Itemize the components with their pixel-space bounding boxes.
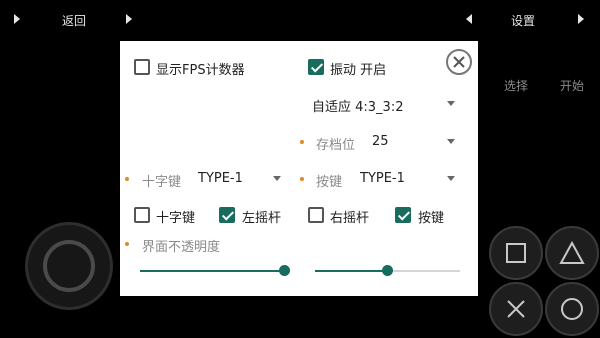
dpad-type-marker xyxy=(125,177,129,181)
triangle-icon xyxy=(559,241,585,264)
chevron-right-icon[interactable] xyxy=(126,14,132,24)
save-slot-value[interactable]: 25 xyxy=(372,134,389,149)
show-dpad-label: 十字键 xyxy=(156,211,196,226)
close-icon xyxy=(453,56,465,68)
opacity-slider-2-thumb[interactable] xyxy=(382,265,393,276)
save-slot-dropdown-icon[interactable] xyxy=(447,139,455,144)
square-icon xyxy=(506,243,526,263)
back-chevron-right-icon[interactable] xyxy=(14,14,20,24)
button-type-label: 按键 xyxy=(316,175,343,190)
fps-counter-label: 显示FPS计数器 xyxy=(156,63,245,78)
circle-icon xyxy=(561,298,583,320)
show-right-stick-checkbox[interactable] xyxy=(308,207,324,223)
settings-button[interactable]: 设置 xyxy=(511,12,535,29)
show-right-stick-label: 右摇杆 xyxy=(330,211,370,226)
settings-dialog: 显示FPS计数器 振动 开启 自适应 4:3_3:2 存档位 25 十字键 TY… xyxy=(120,41,478,296)
button-type-value[interactable]: TYPE-1 xyxy=(360,171,405,186)
save-slot-marker xyxy=(300,140,304,144)
vibration-checkbox[interactable] xyxy=(308,59,324,75)
save-slot-label: 存档位 xyxy=(316,138,356,153)
analog-stick-knob[interactable] xyxy=(43,240,95,292)
vibration-label: 振动 开启 xyxy=(330,63,387,78)
square-button[interactable] xyxy=(489,226,543,280)
show-dpad-checkbox[interactable] xyxy=(134,207,150,223)
opacity-marker xyxy=(125,242,129,246)
dpad-type-dropdown-icon[interactable] xyxy=(273,176,281,181)
aspect-ratio-value[interactable]: 自适应 4:3_3:2 xyxy=(312,96,403,115)
opacity-slider-2-fill xyxy=(315,270,387,272)
triangle-button[interactable] xyxy=(545,226,599,280)
fps-counter-checkbox[interactable] xyxy=(134,59,150,75)
settings-chevron-right-icon[interactable] xyxy=(578,14,584,24)
start-button[interactable]: 开始 xyxy=(560,77,584,94)
cross-button[interactable] xyxy=(489,282,543,336)
show-left-stick-label: 左摇杆 xyxy=(242,211,282,226)
cross-icon xyxy=(507,300,525,318)
select-button[interactable]: 选择 xyxy=(504,77,528,94)
back-button[interactable]: 返回 xyxy=(62,12,86,29)
aspect-ratio-dropdown-icon[interactable] xyxy=(447,101,455,106)
dpad-type-label: 十字键 xyxy=(142,175,182,190)
opacity-slider-1-thumb[interactable] xyxy=(279,265,290,276)
left-analog-stick[interactable] xyxy=(25,222,113,310)
close-button[interactable] xyxy=(446,49,472,75)
opacity-slider-1-fill xyxy=(140,270,285,272)
chevron-left-icon[interactable] xyxy=(466,14,472,24)
show-buttons-checkbox[interactable] xyxy=(395,207,411,223)
button-type-dropdown-icon[interactable] xyxy=(447,176,455,181)
circle-button[interactable] xyxy=(545,282,599,336)
button-type-marker xyxy=(300,177,304,181)
opacity-label: 界面不透明度 xyxy=(142,240,221,255)
show-buttons-label: 按键 xyxy=(418,211,445,226)
show-left-stick-checkbox[interactable] xyxy=(219,207,235,223)
dpad-type-value[interactable]: TYPE-1 xyxy=(198,171,243,186)
